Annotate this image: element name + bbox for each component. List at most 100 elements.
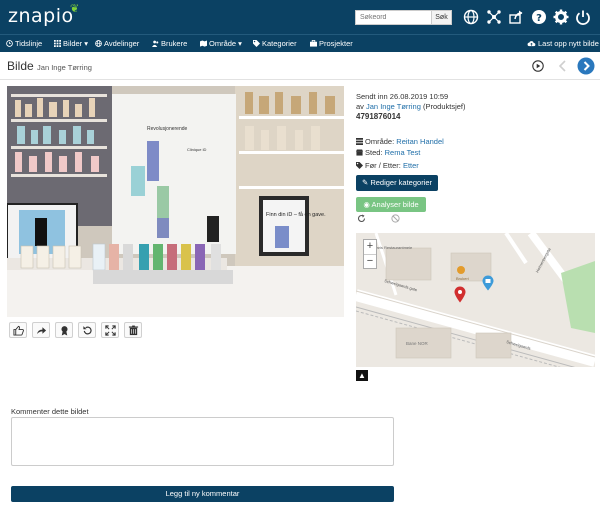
- logo-text: znapio: [8, 5, 74, 27]
- title-bar: Bilde Jan Inge Tørring: [0, 52, 600, 80]
- nav-item-images[interactable]: Bilder ▾: [54, 39, 88, 48]
- map-tiles: Faris Restaurantmeie Schweigaards gate H…: [356, 233, 595, 367]
- thumbs-up-icon: [12, 325, 24, 336]
- store-photo[interactable]: Revolusjonerende Clinique iD Finn din iD…: [7, 86, 344, 317]
- page-subtitle: Jan Inge Tørring: [37, 63, 92, 72]
- before-after-link[interactable]: Etter: [403, 161, 419, 170]
- tag-icon: [253, 40, 260, 47]
- search-button[interactable]: Søk: [432, 10, 452, 25]
- analyze-label: Analyser bilde: [371, 200, 419, 209]
- rotate-button[interactable]: [78, 322, 96, 338]
- analyze-image-button[interactable]: ◉ Analyser bilde: [356, 197, 426, 212]
- nav-item-users[interactable]: Brukere: [152, 39, 187, 48]
- tag-icon: [356, 162, 363, 169]
- nav-item-projects[interactable]: Prosjekter: [310, 39, 353, 48]
- ban-icon[interactable]: [391, 214, 400, 223]
- delete-button[interactable]: [124, 322, 142, 338]
- nav-item-label: Prosjekter: [319, 39, 353, 48]
- top-bar: znapio❦ Søk ?: [0, 0, 600, 34]
- rotate-icon: [82, 325, 92, 334]
- upload-label: Last opp nytt bilde: [538, 39, 599, 48]
- globe-icon: [95, 40, 102, 47]
- eye-icon: ◉: [363, 200, 372, 209]
- main-nav: Tidslinje Bilder ▾ Avdelinger Brukere Om…: [0, 34, 600, 52]
- nav-item-label: Avdelinger: [104, 39, 140, 48]
- chevron-left-icon[interactable]: [558, 60, 568, 72]
- share-button[interactable]: [32, 322, 50, 338]
- nav-item-label: Område: [209, 39, 237, 48]
- map-label-shop: Brukeri: [456, 276, 469, 281]
- page-title-text: Bilde: [7, 59, 34, 73]
- author-link[interactable]: Jan Inge Tørring: [366, 102, 421, 111]
- trash-icon: [128, 325, 138, 335]
- photo-toolbar: [9, 322, 142, 338]
- area-row: Område: Reitan Handel: [356, 137, 444, 146]
- place-link[interactable]: Rema Test: [385, 148, 421, 157]
- award-button[interactable]: [55, 322, 73, 338]
- poster-heading: Revolusjonerende: [147, 126, 188, 132]
- play-icon[interactable]: [532, 60, 544, 72]
- edit-categories-label: Rediger kategorier: [370, 178, 433, 187]
- nav-item-area[interactable]: Område ▾: [200, 39, 242, 48]
- author-role: (Produktsjef): [423, 102, 466, 111]
- app-logo[interactable]: znapio ❦: [8, 2, 79, 27]
- search-input[interactable]: [355, 10, 432, 25]
- map-marker-icon[interactable]: [454, 286, 466, 303]
- edit-categories-button[interactable]: ✎ Rediger kategorier: [356, 175, 438, 191]
- grid-icon: [54, 40, 61, 47]
- nav-item-timeline[interactable]: Tidslinje: [6, 39, 42, 48]
- help-icon[interactable]: ?: [531, 9, 547, 25]
- svg-text:Clinique iD: Clinique iD: [187, 147, 206, 152]
- search-form: Søk: [355, 10, 452, 25]
- redo-icon[interactable]: [357, 214, 366, 223]
- zoom-out-button[interactable]: −: [364, 254, 376, 268]
- gear-icon[interactable]: [553, 9, 569, 25]
- image-id-number: 4791876014: [356, 112, 401, 121]
- nav-item-label: Kategorier: [262, 39, 297, 48]
- add-comment-button[interactable]: Legg til ny kommentar: [11, 486, 394, 502]
- briefcase-icon: [310, 40, 317, 47]
- nav-item-label: Brukere: [161, 39, 188, 48]
- location-map[interactable]: Faris Restaurantmeie Schweigaards gate H…: [356, 233, 595, 367]
- author-line: av Jan Inge Tørring (Produktsjef): [356, 102, 466, 112]
- photo-illustration: Revolusjonerende Clinique iD Finn din iD…: [7, 86, 344, 317]
- like-button[interactable]: [9, 322, 27, 338]
- author-prefix: av: [356, 102, 364, 111]
- map-label-restaurant: Faris Restaurantmeie: [374, 245, 413, 250]
- image-info: Sendt inn 26.08.2019 10:59 av Jan Inge T…: [356, 92, 466, 122]
- clock-icon: [6, 40, 13, 47]
- arrow-up-icon[interactable]: ▲: [356, 370, 368, 381]
- upload-new-image-link[interactable]: Last opp nytt bilde: [527, 39, 599, 48]
- globe-icon[interactable]: [463, 9, 479, 25]
- nav-item-departments[interactable]: Avdelinger: [95, 39, 139, 48]
- area-label: Område:: [365, 137, 395, 146]
- nav-item-categories[interactable]: Kategorier: [253, 39, 297, 48]
- before-after-row: Før / Etter: Etter: [356, 161, 419, 170]
- caret-down-icon: ▾: [82, 39, 89, 48]
- grid-icon: [356, 138, 363, 145]
- map-icon: [200, 40, 207, 47]
- expand-icon: [104, 324, 116, 336]
- nav-item-label: Tidslinje: [15, 39, 43, 48]
- leaf-icon: ❦: [70, 2, 80, 15]
- map-zoom-control: + −: [363, 239, 377, 269]
- power-icon[interactable]: [575, 9, 591, 25]
- zoom-in-button[interactable]: +: [364, 240, 376, 254]
- comment-textarea[interactable]: [11, 417, 394, 466]
- comment-label: Kommenter dette bildet: [11, 407, 89, 416]
- shop-marker-icon[interactable]: [482, 275, 494, 291]
- network-icon[interactable]: [486, 9, 502, 25]
- svg-text:?: ?: [536, 13, 542, 24]
- area-link[interactable]: Reitan Handel: [396, 137, 444, 146]
- nav-item-label: Bilder: [63, 39, 83, 48]
- chevron-right-icon[interactable]: [577, 57, 595, 75]
- cloud-upload-icon: [527, 41, 536, 47]
- before-after-label: Før / Etter:: [365, 161, 401, 170]
- fullscreen-button[interactable]: [101, 322, 119, 338]
- display-sign-text: Finn din iD – få en gave.: [266, 211, 326, 218]
- place-row: Sted: Rema Test: [356, 148, 420, 157]
- award-icon: [60, 325, 68, 336]
- share-icon[interactable]: [508, 9, 524, 25]
- map-label-area: Bane NOR: [406, 341, 429, 346]
- users-icon: [152, 40, 159, 47]
